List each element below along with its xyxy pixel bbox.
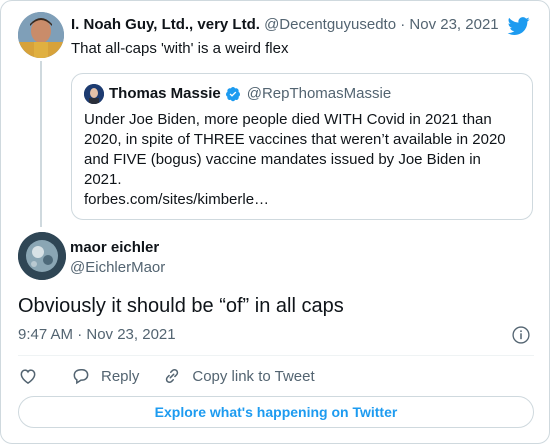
parent-author-handle[interactable]: @Decentguyusedto [264,16,396,33]
explore-twitter-button[interactable]: Explore what's happening on Twitter [18,396,534,428]
tweet-actions: Reply Copy link to Tweet [18,365,315,387]
copy-link-label: Copy link to Tweet [192,367,315,385]
parent-tweet-text: That all-caps 'with' is a weird flex [71,40,289,57]
header-separator: · [400,16,406,33]
quoted-author-avatar [84,84,104,104]
reply-bubble-icon [73,369,89,385]
parent-author-name[interactable]: I. Noah Guy, Ltd., very Ltd. [71,16,260,33]
copy-link-button[interactable]: Copy link to Tweet [162,366,315,386]
quoted-text-line: 2020, in spite of THREE vaccines that we… [84,131,506,148]
quoted-text-line: 2021. [84,171,122,188]
main-author-avatar[interactable] [18,232,66,280]
heart-icon [20,369,36,384]
twitter-bird-icon[interactable] [507,15,531,37]
parent-tweet-date[interactable]: Nov 23, 2021 [409,16,498,33]
quoted-author-handle: @RepThomasMassie [246,85,392,102]
main-tweet-text: Obviously it should be “of” in all caps [18,295,344,317]
reply-label: Reply [101,367,140,385]
embedded-tweet-card: I. Noah Guy, Ltd., very Ltd. @Decentguyu… [0,0,550,444]
parent-avatar[interactable] [18,12,64,58]
info-icon[interactable] [511,325,531,345]
quoted-tweet[interactable]: Thomas Massie @RepThomasMassie Under Joe… [71,73,533,220]
main-author-handle[interactable]: @EichlerMaor [70,258,165,278]
quoted-tweet-link[interactable]: forbes.com/sites/kimberle… [84,190,520,210]
verified-badge-icon [225,87,240,102]
tweet-timestamp[interactable]: 9:47 AM · Nov 23, 2021 [18,325,176,345]
quoted-text-line: and FIVE (bogus) vaccine mandates issued… [84,151,481,168]
thread-connector-line [40,61,42,227]
main-author-name[interactable]: maor eichler [70,238,159,258]
quoted-text-line: Under Joe Biden, more people died WITH C… [84,111,492,128]
parent-tweet-header: I. Noah Guy, Ltd., very Ltd. @Decentguyu… [71,15,499,35]
link-icon [166,368,179,384]
quoted-author-name: Thomas Massie [109,85,221,102]
quoted-tweet-header: Thomas Massie @RepThomasMassie [84,84,520,104]
actions-divider [18,355,534,356]
reply-button[interactable]: Reply [71,366,139,386]
quoted-tweet-text: Under Joe Biden, more people died WITH C… [84,110,520,190]
like-button[interactable] [18,366,38,386]
